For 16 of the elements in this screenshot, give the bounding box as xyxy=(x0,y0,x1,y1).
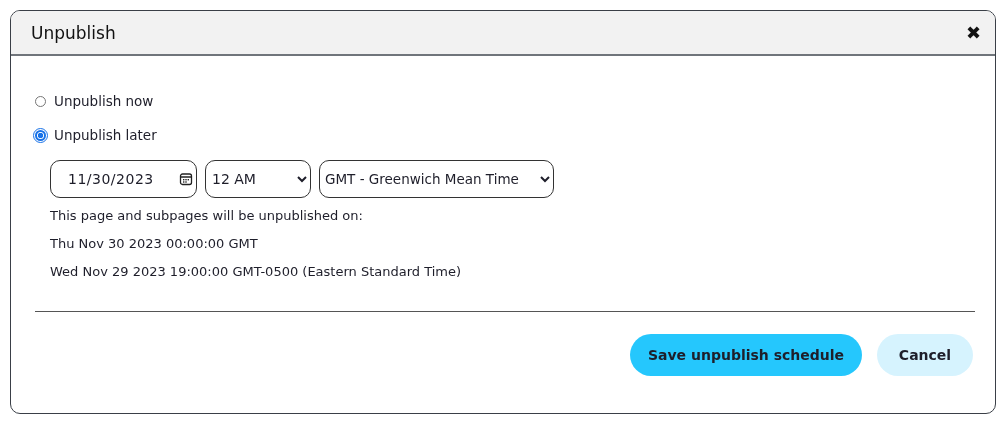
schedule-text: This page and subpages will be unpublished on: xyxy=(50,208,364,224)
radio-button[interactable] xyxy=(35,129,46,141)
dialog-title: Unpublish xyxy=(31,22,116,43)
schedule-text: Thu Nov 30 2023 00:00:00 GMT xyxy=(50,236,259,252)
option-label[interactable]: Unpublish now xyxy=(54,93,154,109)
option-label[interactable]: Unpublish later xyxy=(54,127,157,143)
save-button[interactable]: Save unpublish schedule xyxy=(630,334,862,376)
time-select[interactable]: 12 AM xyxy=(205,160,311,198)
radio-button[interactable] xyxy=(35,95,46,107)
close-button[interactable]: ✖ xyxy=(961,22,985,43)
schedule-text: Wed Nov 29 2023 19:00:00 GMT-0500 (Eastern Standard Time) xyxy=(50,264,463,280)
cancel-button[interactable]: Cancel xyxy=(877,334,973,376)
date-field[interactable]: 11/30/2023 xyxy=(50,160,197,198)
timezone-select[interactable]: GMT - Greenwich Mean Time xyxy=(319,160,554,198)
calendar-icon[interactable] xyxy=(179,172,193,186)
date-value: 11/30/2023 xyxy=(68,171,154,187)
